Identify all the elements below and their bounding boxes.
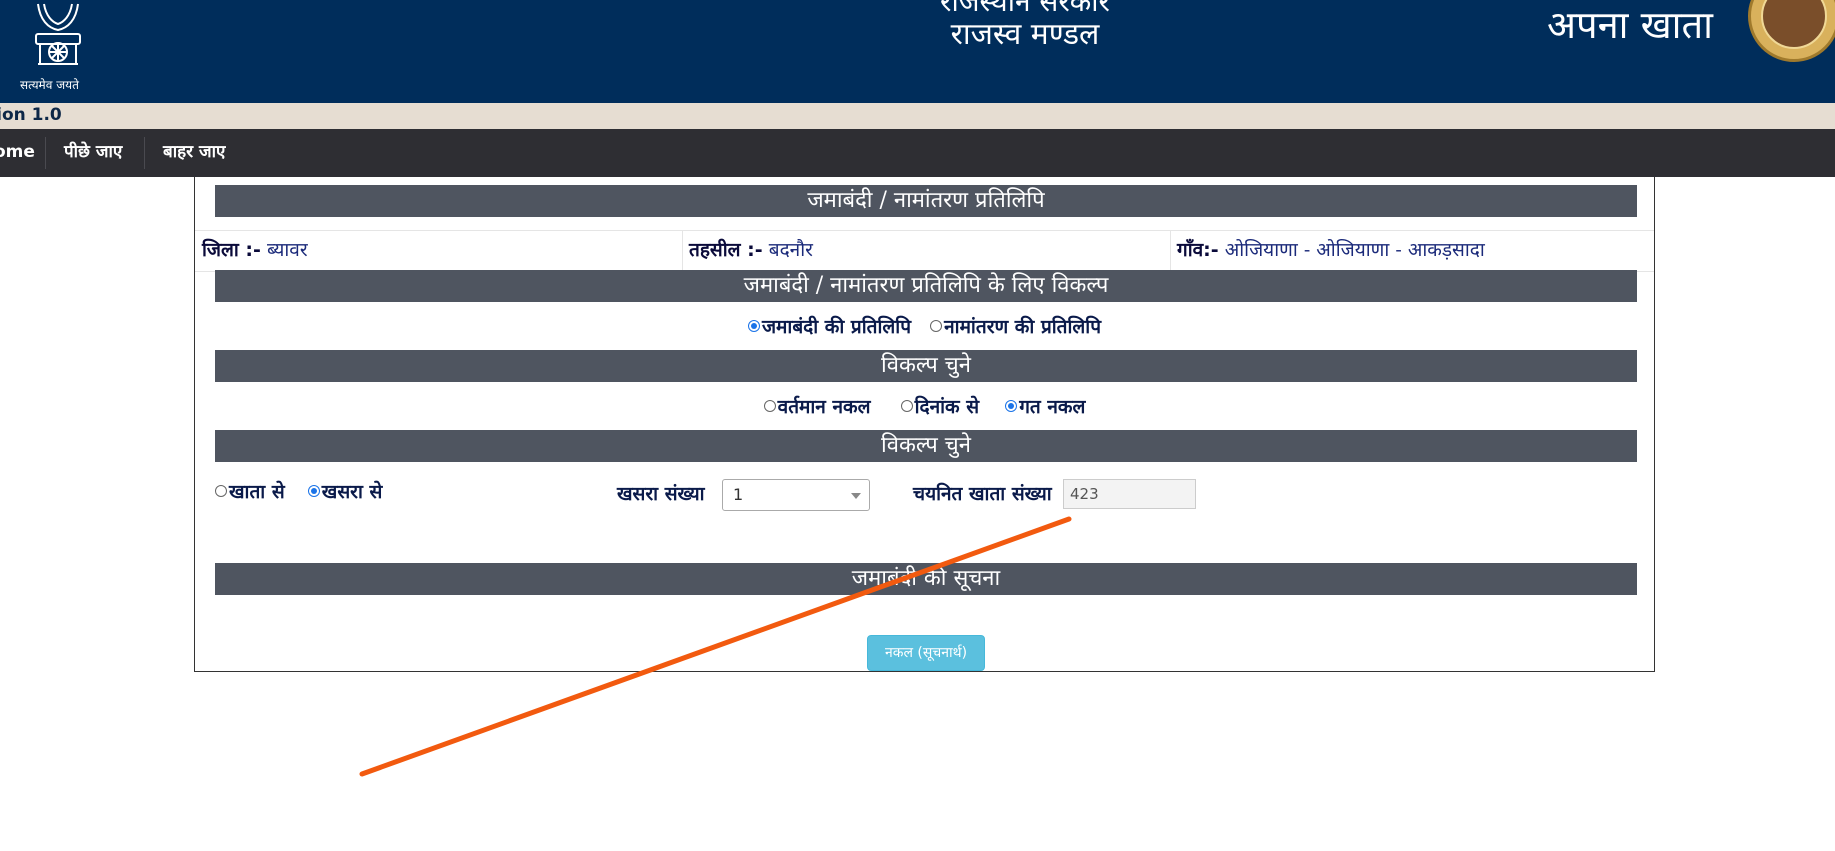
radio-from-date[interactable]: दिनांक से — [900, 393, 980, 419]
radio-label: नामांतरण की प्रतिलिपि — [944, 316, 1102, 338]
app-title: अपना खाता — [1546, 3, 1714, 47]
nav-back[interactable]: पीछे जाए — [64, 129, 122, 177]
ashoka-emblem-icon — [35, 3, 81, 65]
radio-checked-icon[interactable] — [1005, 400, 1018, 412]
selected-khata-field: 423 — [1063, 479, 1196, 509]
radio-by-khata[interactable]: खाता से — [215, 478, 285, 504]
village-label: गाँव:- — [1177, 239, 1219, 261]
radio-label: गत नकल — [1019, 396, 1086, 418]
tehsil-label: तहसील :- — [689, 239, 763, 261]
choose-option-title: विकल्प चुने — [215, 350, 1637, 382]
radio-past-copy[interactable]: गत नकल — [1005, 393, 1085, 419]
jamabandi-info-title: जमाबंदी की सूचना — [215, 563, 1637, 595]
options-title: जमाबंदी / नामांतरण प्रतिलिपि के लिए विकल… — [215, 270, 1637, 302]
department-title: राजस्व मण्डल — [950, 17, 1100, 52]
radio-label: जमाबंदी की प्रतिलिपि — [761, 316, 912, 338]
copy-panel: जमाबंदी / नामांतरण प्रतिलिपि जिला :- ब्य… — [194, 177, 1655, 672]
site-header: सत्यमेव जयते राजस्थान सरकार राजस्व मण्डल… — [0, 0, 1835, 103]
selected-khasra: 1 — [733, 485, 744, 504]
radio-checked-icon[interactable] — [307, 485, 320, 497]
radio-label: खाता से — [229, 481, 285, 503]
district-label: जिला :- — [202, 239, 261, 261]
radio-unchecked-icon[interactable] — [215, 485, 227, 497]
chevron-down-icon[interactable] — [851, 493, 861, 499]
radio-unchecked-icon[interactable] — [900, 400, 913, 412]
nav-logout[interactable]: बाहर जाए — [163, 129, 225, 177]
khasra-number-label: खसरा संख्या — [617, 483, 705, 505]
radio-unchecked-icon[interactable] — [930, 320, 943, 332]
village-cell: गाँव:- ओजियाणा - ओजियाणा - आकड़सादा — [1170, 231, 1654, 271]
nav-home[interactable]: ome — [0, 129, 35, 177]
copy-info-button[interactable]: नकल (सूचनार्थ) — [867, 635, 985, 671]
copy-type-group: जमाबंदी की प्रतिलिपि नामांतरण की प्रतिलि… — [195, 313, 1654, 341]
radio-label: वर्तमान नकल — [777, 396, 871, 418]
navbar: ome पीछे जाए बाहर जाए — [0, 129, 1835, 177]
selected-khata-value: 423 — [1070, 485, 1099, 503]
radio-by-khasra[interactable]: खसरा से — [307, 478, 383, 504]
village-value: ओजियाणा - ओजियाणा - आकड़सादा — [1224, 239, 1485, 261]
copy-period-group: वर्तमान नकल दिनांक से गत नकल — [195, 393, 1654, 421]
nav-separator — [45, 137, 46, 169]
radio-label: दिनांक से — [914, 396, 980, 418]
choose-option-title: विकल्प चुने — [215, 430, 1637, 462]
nav-separator — [144, 137, 145, 169]
radio-unchecked-icon[interactable] — [763, 400, 776, 412]
search-by-group: खाता से खसरा से — [215, 478, 389, 504]
panel-title: जमाबंदी / नामांतरण प्रतिलिपि — [215, 185, 1637, 217]
version-bar: sion 1.0 — [0, 103, 1835, 129]
location-row: जिला :- ब्यावर तहसील :- बदनौर गाँव:- ओजि… — [195, 230, 1654, 272]
tehsil-cell: तहसील :- बदनौर — [682, 231, 1170, 271]
tehsil-value: बदनौर — [768, 239, 813, 261]
radio-checked-icon[interactable] — [747, 320, 760, 332]
radio-namantaran-copy[interactable]: नामांतरण की प्रतिलिपि — [930, 313, 1101, 339]
selected-khata-label: चयनित खाता संख्या — [913, 483, 1052, 505]
rajasthan-seal-icon — [1748, 0, 1835, 62]
emblem-caption: सत्यमेव जयते — [20, 78, 79, 92]
district-value: ब्यावर — [266, 239, 308, 261]
radio-jamabandi-copy[interactable]: जमाबंदी की प्रतिलिपि — [747, 313, 912, 339]
version-text: sion 1.0 — [0, 105, 62, 125]
radio-label: खसरा से — [321, 481, 383, 503]
district-cell: जिला :- ब्यावर — [195, 231, 682, 271]
radio-current-copy[interactable]: वर्तमान नकल — [763, 393, 871, 419]
khasra-number-select[interactable]: 1 — [722, 479, 870, 511]
